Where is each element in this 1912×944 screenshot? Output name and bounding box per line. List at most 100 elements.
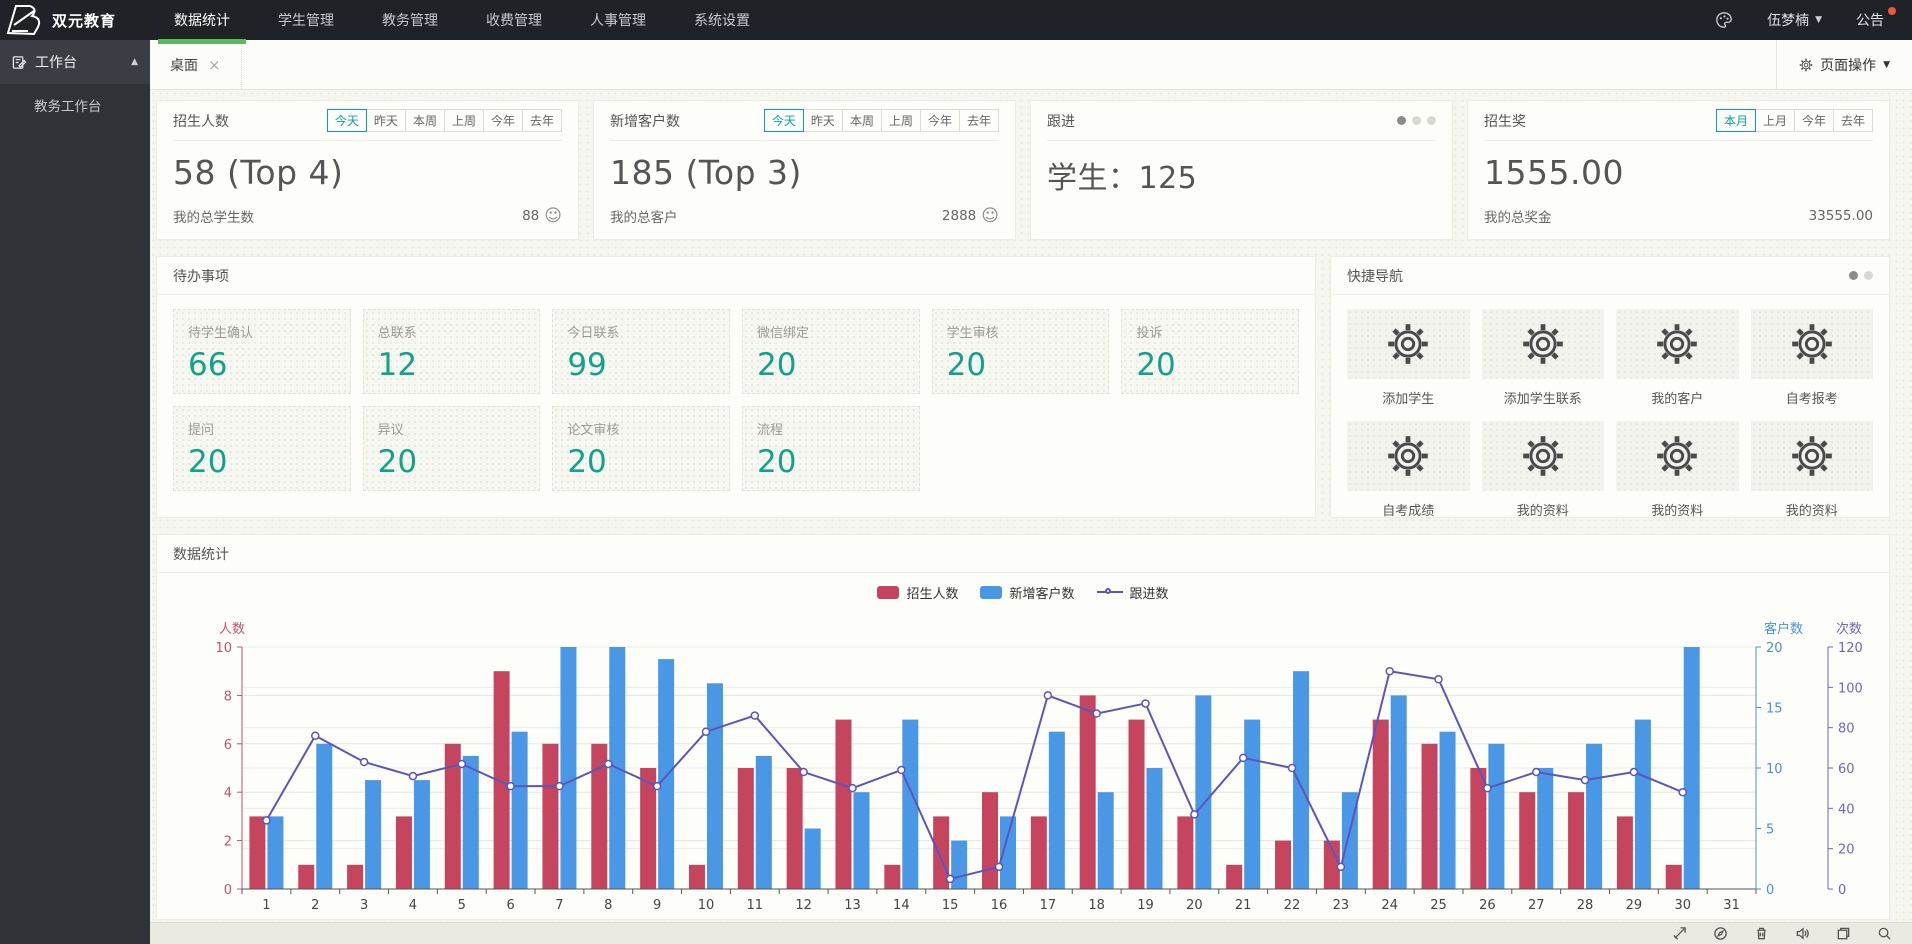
svg-text:8: 8 (224, 689, 232, 704)
quick-nav-我的客户[interactable]: 我的客户 (1616, 309, 1739, 407)
period-tab-上周[interactable]: 上周 (444, 109, 484, 132)
svg-text:5: 5 (1766, 823, 1774, 838)
todo-item-待学生确认[interactable]: 待学生确认66 (173, 309, 351, 394)
quick-nav-自考成绩[interactable]: 自考成绩 (1347, 421, 1470, 519)
svg-text:20: 20 (1766, 641, 1783, 656)
period-tab-今年[interactable]: 今年 (1794, 109, 1834, 132)
period-tab-今年[interactable]: 今年 (483, 109, 523, 132)
period-tab-今天[interactable]: 今天 (764, 109, 804, 132)
user-menu[interactable]: 伍梦楠 ▼ (1767, 10, 1822, 30)
sidebar-group-workbench[interactable]: 工作台 ▲ (0, 40, 150, 84)
legend-new-customers[interactable]: 新增客户数 (980, 583, 1074, 602)
panel-title: 快捷导航 (1347, 266, 1403, 286)
todo-item-总联系[interactable]: 总联系12 (363, 309, 541, 394)
todo-item-今日联系[interactable]: 今日联系99 (552, 309, 730, 394)
svg-text:0: 0 (224, 883, 232, 898)
period-tab-去年[interactable]: 去年 (1833, 109, 1873, 132)
period-tab-今天[interactable]: 今天 (327, 109, 367, 132)
gear-icon (1386, 322, 1430, 366)
chart-legend: 招生人数 新增客户数 跟进数 (157, 577, 1889, 607)
nav-item-系统设置[interactable]: 系统设置 (670, 0, 774, 40)
footer-label: 我的总奖金 (1484, 206, 1552, 226)
gear-icon (1790, 322, 1834, 366)
period-tabs: 本月上月今年去年 (1717, 109, 1873, 132)
follow-up-value: 学生：125 (1047, 153, 1436, 197)
todo-item-提问[interactable]: 提问20 (173, 406, 351, 491)
period-tab-上月[interactable]: 上月 (1755, 109, 1795, 132)
period-tab-昨天[interactable]: 昨天 (803, 109, 843, 132)
quick-nav-自考报考[interactable]: 自考报考 (1751, 309, 1874, 407)
nav-item-教务管理[interactable]: 教务管理 (358, 0, 462, 40)
carousel-dots[interactable] (1397, 116, 1436, 125)
svg-text:3: 3 (360, 898, 368, 913)
nav-item-人事管理[interactable]: 人事管理 (566, 0, 670, 40)
page-actions-button[interactable]: 页面操作 ▼ (1776, 40, 1912, 89)
todo-item-论文审核[interactable]: 论文审核20 (552, 406, 730, 491)
todo-item-微信绑定[interactable]: 微信绑定20 (742, 309, 920, 394)
period-tab-昨天[interactable]: 昨天 (366, 109, 406, 132)
svg-text:18: 18 (1088, 898, 1105, 913)
quick-nav-添加学生[interactable]: 添加学生 (1347, 309, 1470, 407)
svg-text:31: 31 (1723, 898, 1740, 913)
rocket-icon[interactable] (1672, 926, 1687, 941)
nav-item-数据统计[interactable]: 数据统计 (150, 0, 254, 40)
palette-icon[interactable] (1715, 11, 1733, 29)
todo-item-学生审核[interactable]: 学生审核20 (932, 309, 1110, 394)
gear-icon (1655, 434, 1699, 478)
svg-text:7: 7 (555, 898, 563, 913)
quick-nav-添加学生联系[interactable]: 添加学生联系 (1482, 309, 1605, 407)
legend-enrollment[interactable]: 招生人数 (877, 583, 958, 602)
chevron-down-icon: ▼ (1883, 60, 1890, 70)
footer-label: 我的总客户 (610, 206, 678, 226)
close-icon[interactable]: × (208, 56, 221, 74)
period-tab-去年[interactable]: 去年 (959, 109, 999, 132)
sidebar-item-edu-workbench[interactable]: 教务工作台 (0, 84, 150, 126)
period-tab-上周[interactable]: 上周 (881, 109, 921, 132)
statistics-chart: 0246810人数1234567891011121314151617181920… (157, 607, 1891, 919)
nav-item-收费管理[interactable]: 收费管理 (462, 0, 566, 40)
period-tab-今年[interactable]: 今年 (920, 109, 960, 132)
app-logo[interactable]: 双元教育 (0, 0, 150, 40)
trash-icon[interactable] (1754, 926, 1769, 941)
card-follow-up: 跟进 学生：125 (1030, 100, 1453, 240)
period-tab-本周[interactable]: 本周 (405, 109, 445, 132)
sidebar: 工作台 ▲ 教务工作台 (0, 40, 150, 944)
svg-text:15: 15 (942, 898, 959, 913)
nav-item-学生管理[interactable]: 学生管理 (254, 0, 358, 40)
new-customers-value: 185 (Top 3) (610, 153, 999, 192)
period-tab-本月[interactable]: 本月 (1716, 109, 1756, 132)
carousel-dots[interactable] (1849, 271, 1873, 280)
todo-item-流程[interactable]: 流程20 (742, 406, 920, 491)
quick-nav-我的资料[interactable]: 我的资料 (1751, 421, 1874, 519)
svg-text:12: 12 (795, 898, 812, 913)
notice-button[interactable]: 公告 (1856, 10, 1894, 30)
svg-text:20: 20 (1186, 898, 1203, 913)
period-tab-去年[interactable]: 去年 (522, 109, 562, 132)
compass-icon[interactable] (1713, 926, 1728, 941)
quick-nav-我的资料[interactable]: 我的资料 (1616, 421, 1739, 519)
user-name: 伍梦楠 (1767, 10, 1809, 30)
svg-text:100: 100 (1838, 681, 1863, 696)
card-new-customers: 新增客户数 今天昨天本周上周今年去年 185 (Top 3) 我的总客户 288… (593, 100, 1016, 240)
legend-follow-ups[interactable]: 跟进数 (1097, 583, 1169, 602)
todo-item-异议[interactable]: 异议20 (363, 406, 541, 491)
panel-title: 待办事项 (173, 266, 229, 286)
svg-text:11: 11 (747, 898, 764, 913)
svg-text:25: 25 (1430, 898, 1447, 913)
svg-text:10: 10 (215, 641, 232, 656)
svg-text:28: 28 (1577, 898, 1594, 913)
window-icon[interactable] (1836, 926, 1851, 941)
gear-icon (1790, 434, 1834, 478)
todo-item-投诉[interactable]: 投诉20 (1121, 309, 1299, 394)
svg-text:29: 29 (1626, 898, 1643, 913)
quick-nav-我的资料[interactable]: 我的资料 (1482, 421, 1605, 519)
brand-title: 双元教育 (52, 10, 116, 31)
period-tab-本周[interactable]: 本周 (842, 109, 882, 132)
speaker-icon[interactable] (1795, 926, 1810, 941)
gear-icon (1655, 322, 1699, 366)
main-menu: 数据统计学生管理教务管理收费管理人事管理系统设置 (150, 0, 774, 40)
svg-text:6: 6 (224, 738, 232, 753)
quick-nav-panel: 快捷导航 添加学生添加学生联系我的客户自考报考自考成绩我的资料我的资料我的资料 (1330, 256, 1890, 518)
search-icon[interactable] (1877, 926, 1892, 941)
tab-desktop[interactable]: 桌面 × (150, 40, 242, 89)
